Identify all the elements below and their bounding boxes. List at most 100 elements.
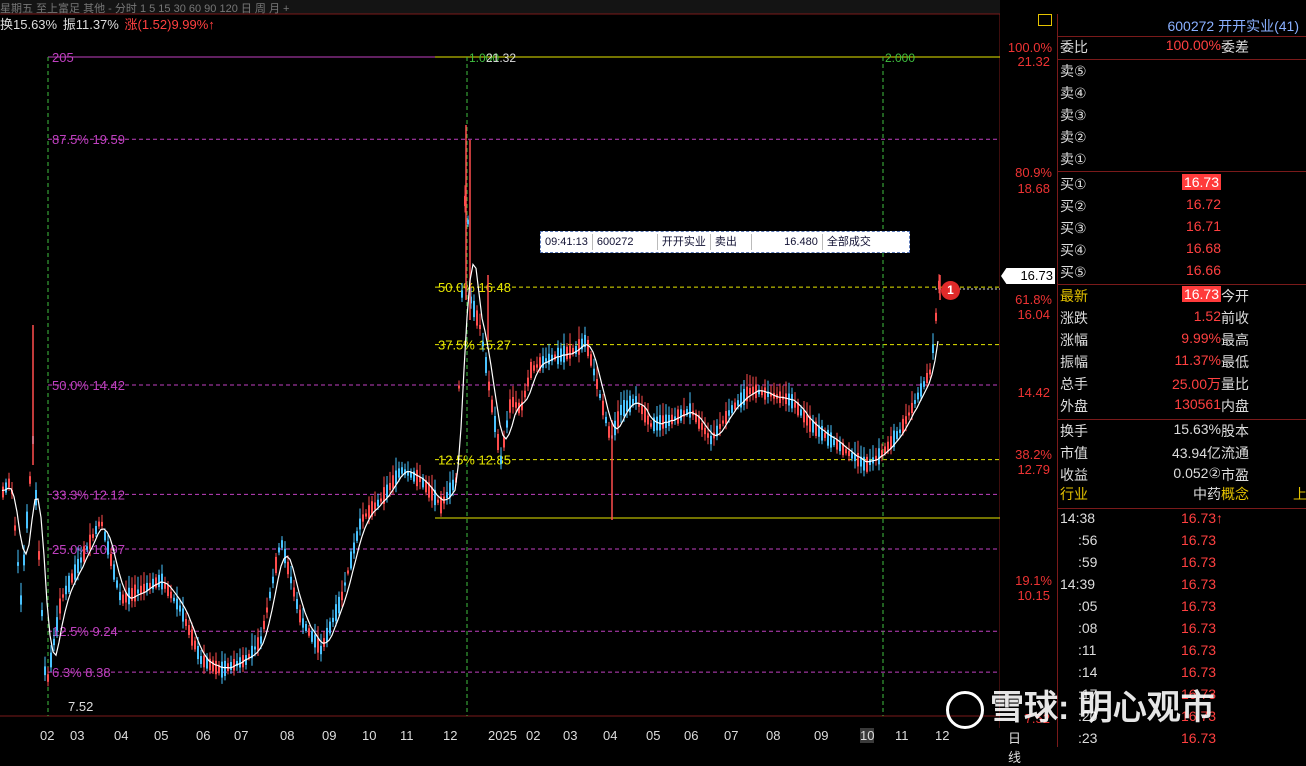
tick-row: :05 16.73: [1078, 598, 1217, 614]
sell-level-row: 卖③: [1060, 107, 1087, 123]
info-row: 市值 43.94亿 流通: [1060, 445, 1249, 461]
candle-body: [386, 484, 388, 498]
candle-body: [362, 514, 364, 522]
candle-body: [839, 442, 841, 452]
trade-price: 16.480: [752, 234, 823, 250]
fib-label: 50.0% 16.48: [438, 280, 511, 295]
trade-code: 600272: [593, 234, 658, 250]
date-tick-label: 11: [400, 728, 414, 743]
candle-body: [398, 468, 400, 478]
trade-status: 全部成交: [826, 236, 871, 248]
buy-level-row: 买③ 16.71: [1060, 218, 1221, 236]
candle-body: [869, 459, 871, 466]
candle-body: [515, 402, 517, 408]
axis-price-label: 16.04: [1017, 307, 1050, 322]
date-tick-label: 07: [724, 728, 739, 743]
candle-body: [68, 575, 70, 593]
cycle-label: 21.32: [486, 51, 516, 65]
candle-body: [857, 452, 859, 467]
candle-body: [287, 561, 289, 575]
candle-body: [212, 660, 214, 672]
candle-body: [119, 591, 121, 601]
candle-body: [104, 531, 106, 541]
axis-price-label: 18.68: [1017, 181, 1050, 196]
candle-body: [50, 652, 52, 668]
candle-body: [689, 403, 691, 418]
candle-body: [737, 400, 739, 406]
candle-body: [827, 429, 829, 446]
candle-body: [656, 416, 658, 431]
candle-body: [38, 551, 40, 560]
axis-price-label: 21.32: [1017, 54, 1050, 69]
candle-body: [188, 625, 190, 635]
candle-body: [671, 414, 673, 425]
kline-chart[interactable]: 星期五 至上富足 其他 - 分时 1 5 15 30 60 90 120 日 周…: [0, 0, 1021, 765]
period-label[interactable]: 日线: [1008, 728, 1021, 766]
candle-body: [623, 400, 625, 416]
candle-body: [26, 511, 28, 529]
candle-body: [44, 666, 46, 676]
date-tick-label: 06: [684, 728, 699, 743]
cycle-label: 2.000: [885, 51, 915, 65]
candle-body: [575, 346, 577, 354]
xueqiu-logo-icon: [946, 691, 984, 730]
candle-body: [182, 608, 184, 622]
stock-title[interactable]: 600272 开开实业(41): [1167, 16, 1299, 36]
candle-body: [365, 513, 367, 517]
candle-body: [299, 609, 301, 623]
candle-body: [851, 452, 853, 459]
date-tick-label: 11: [895, 728, 909, 743]
candle-body: [701, 423, 703, 430]
candle-body: [821, 425, 823, 441]
candle-body: [179, 605, 181, 612]
candle-body: [800, 409, 802, 416]
candle-body: [389, 482, 391, 491]
quote-row: 涨幅 9.99% 最高: [1060, 330, 1249, 348]
trade-record[interactable]: 09:41:13 600272 开开实业 卖出 16.480 全部成交: [540, 231, 910, 253]
tick-row: 14:38 16.73↑: [1060, 510, 1224, 526]
date-tick-label: 10: [362, 728, 377, 743]
candle-body: [806, 414, 808, 426]
candle-body: [545, 358, 547, 362]
date-tick-label: 04: [603, 728, 618, 743]
candle-body: [335, 604, 337, 621]
candle-body: [290, 576, 292, 584]
candle-body: [149, 582, 151, 589]
candle-body: [8, 478, 10, 488]
candle-body: [878, 448, 880, 465]
candle-body: [74, 564, 76, 580]
candle-body: [458, 385, 460, 389]
candle-body: [233, 659, 235, 671]
candle-body: [416, 469, 418, 487]
candle-body: [668, 414, 670, 427]
candle-body: [833, 439, 835, 446]
candle-body: [479, 324, 481, 330]
candle-body: [62, 594, 64, 598]
date-tick-label: 03: [70, 728, 85, 743]
candle-body: [929, 369, 931, 375]
trade-name: 开开实业: [658, 234, 711, 250]
candle-body: [311, 631, 313, 642]
candle-body: [77, 558, 79, 574]
signal-badge[interactable]: 1: [941, 281, 960, 300]
candle-body: [536, 364, 538, 368]
candle-body: [134, 584, 136, 602]
quote-row: 涨跌 1.52 前收: [1060, 308, 1249, 326]
maximize-icon[interactable]: [1038, 14, 1052, 26]
candle-body: [281, 540, 283, 548]
candle-body: [791, 394, 793, 409]
candle-body: [524, 390, 526, 398]
candle-body: [374, 502, 376, 510]
candle-body: [599, 394, 601, 398]
chart-canvas[interactable]: 20587.5% 19.5950.0% 14.4233.3% 12.1225.0…: [0, 0, 1000, 747]
axis-percent-label: 38.2%: [1015, 447, 1052, 462]
candle-body: [722, 420, 724, 424]
sell-level-row: 卖①: [1060, 151, 1087, 167]
axis-price-label: 14.42: [1017, 385, 1050, 400]
candle-body: [680, 409, 682, 421]
quote-row: 最新 16.73 今开: [1060, 286, 1249, 304]
candle-body: [14, 525, 16, 531]
candle-body: [395, 470, 397, 485]
trade-time: 09:41:13: [541, 234, 593, 250]
candle-body: [122, 594, 124, 604]
